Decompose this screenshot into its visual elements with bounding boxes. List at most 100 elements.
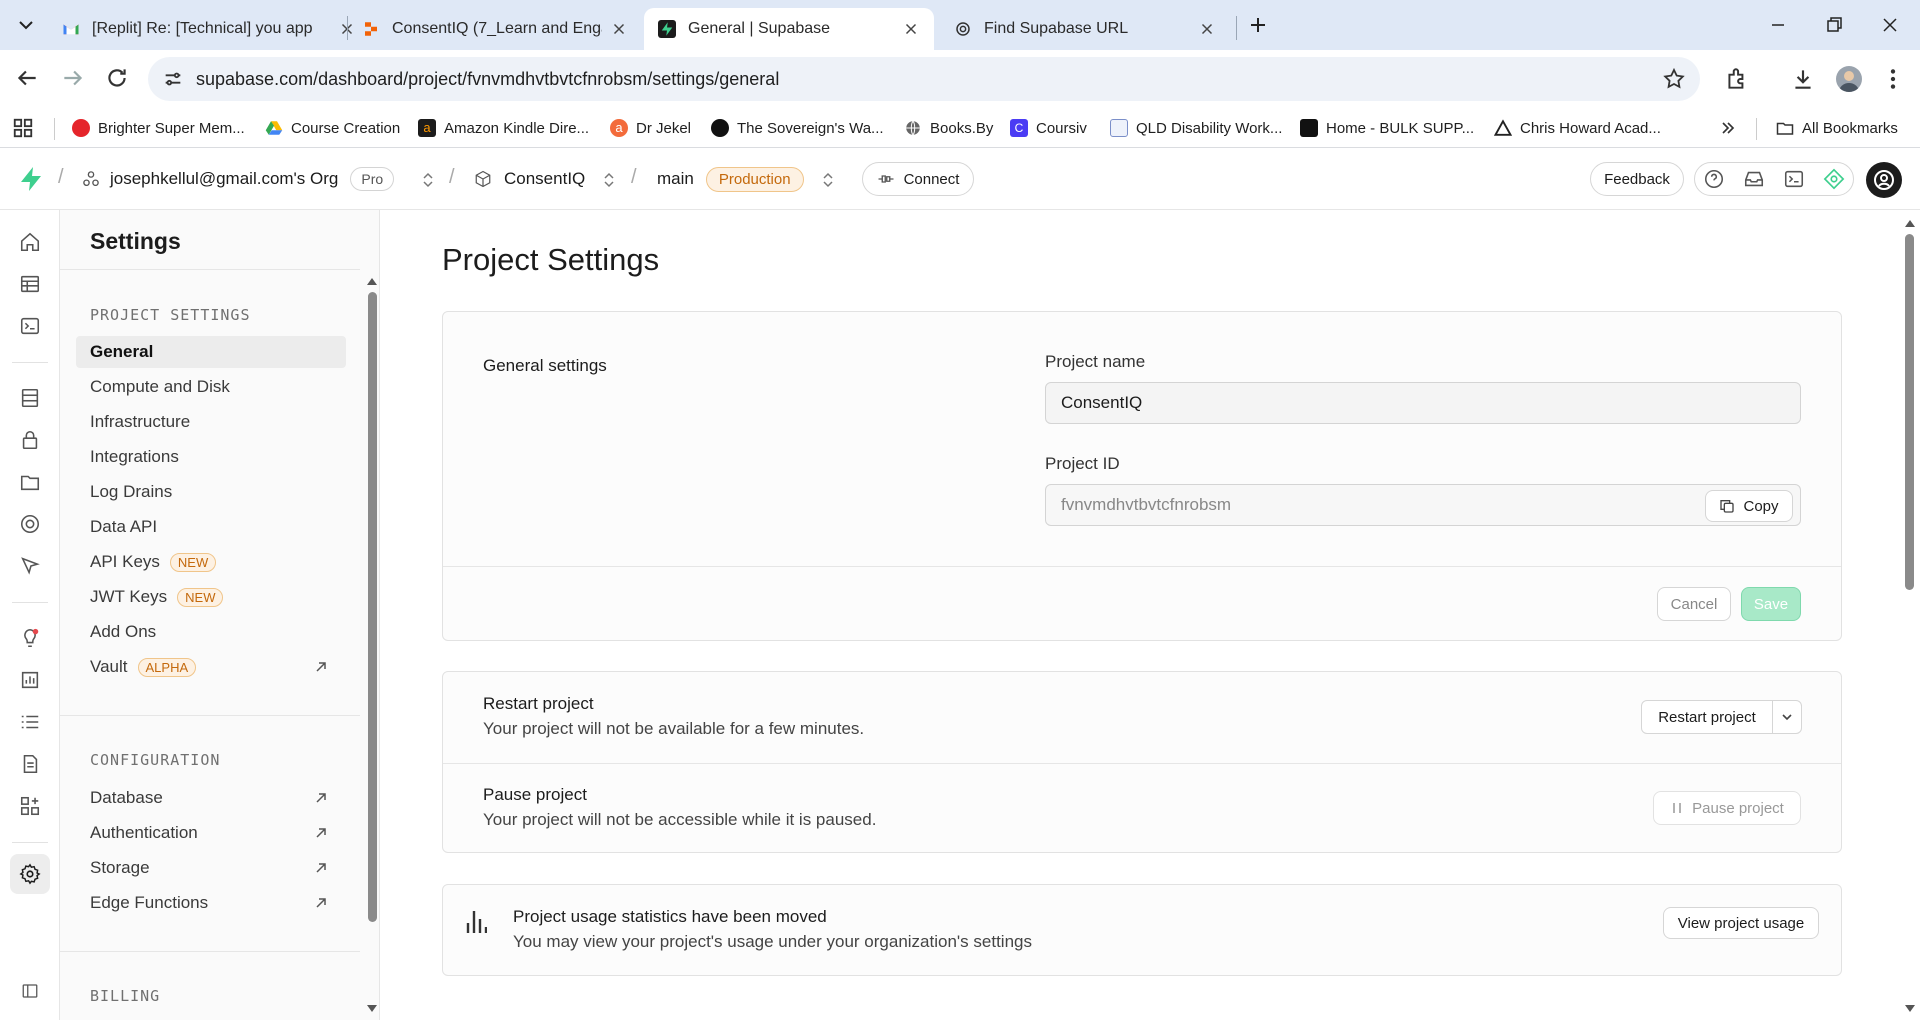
chevron-updown-icon[interactable]: [602, 172, 616, 188]
downloads-icon[interactable]: [1790, 66, 1816, 92]
copy-button[interactable]: Copy: [1705, 490, 1793, 522]
window-close-icon[interactable]: [1878, 13, 1902, 37]
sidebar-item-data-api[interactable]: Data API: [76, 511, 346, 543]
advisors-icon[interactable]: [19, 627, 41, 649]
section-heading: BILLING: [90, 987, 161, 1005]
api-docs-icon[interactable]: [19, 753, 41, 775]
sidebar-item-integrations[interactable]: Integrations: [76, 441, 346, 473]
sidebar-item-vault[interactable]: Vault ALPHA: [76, 651, 346, 683]
cancel-button[interactable]: Cancel: [1657, 587, 1731, 621]
supabase-logo-icon[interactable]: [19, 166, 43, 192]
view-project-usage-button[interactable]: View project usage: [1663, 907, 1819, 939]
extensions-icon[interactable]: [1724, 66, 1750, 92]
close-icon[interactable]: [1198, 20, 1216, 38]
reports-icon[interactable]: [19, 669, 41, 691]
edge-functions-icon[interactable]: [19, 555, 41, 577]
save-button[interactable]: Save: [1741, 587, 1801, 621]
browser-tab-replit[interactable]: ConsentIQ (7_Learn and Engage: [348, 8, 642, 50]
sidebar-item-general[interactable]: General: [76, 336, 346, 368]
all-bookmarks[interactable]: All Bookmarks: [1776, 116, 1898, 140]
close-icon[interactable]: [902, 20, 920, 38]
scroll-down-icon[interactable]: [1904, 1004, 1916, 1014]
sidebar-item-storage[interactable]: Storage: [76, 852, 346, 884]
bookmark-item[interactable]: Chris Howard Acad...: [1494, 116, 1661, 140]
restore-icon[interactable]: [1822, 13, 1846, 37]
sql-editor-icon[interactable]: [19, 315, 41, 337]
profile-avatar[interactable]: [1836, 66, 1862, 92]
chevron-updown-icon[interactable]: [821, 172, 835, 188]
bookmark-item[interactable]: QLD Disability Work...: [1110, 116, 1282, 140]
sidebar-item-database[interactable]: Database: [76, 782, 346, 814]
settings-gear-icon[interactable]: [19, 863, 41, 885]
sidebar-item-add-ons[interactable]: Add Ons: [76, 616, 346, 648]
bookmark-item[interactable]: Course Creation: [265, 116, 400, 140]
sidebar-item-jwt-keys[interactable]: JWT Keys NEW: [76, 581, 346, 613]
browser-menu-icon[interactable]: [1880, 66, 1906, 92]
assistant-icon[interactable]: [1823, 168, 1845, 190]
forward-icon[interactable]: [60, 65, 86, 91]
close-icon[interactable]: [610, 20, 628, 38]
feedback-button[interactable]: Feedback: [1590, 162, 1684, 196]
logs-icon[interactable]: [19, 711, 41, 733]
project-id-input[interactable]: fvnvmdhvtbvtcfnrobsm: [1045, 484, 1801, 526]
tab-title: ConsentIQ (7_Learn and Engage: [392, 20, 602, 37]
site-info-icon[interactable]: [162, 68, 184, 90]
sidebar-item-log-drains[interactable]: Log Drains: [76, 476, 346, 508]
more-bookmarks-icon[interactable]: [1718, 116, 1738, 140]
sidebar-item-edge-functions[interactable]: Edge Functions: [76, 887, 346, 919]
restart-project-button[interactable]: Restart project: [1641, 700, 1773, 734]
browser-tab-gmail[interactable]: [Replit] Re: [Technical] you app: [48, 8, 370, 50]
apps-grid-icon[interactable]: [12, 116, 34, 140]
inbox-icon[interactable]: [1743, 168, 1765, 190]
sidebar-scrollbar[interactable]: [368, 292, 377, 922]
sidebar-item-api-keys[interactable]: API Keys NEW: [76, 546, 346, 578]
lock-icon[interactable]: [19, 429, 41, 451]
sidebar-item-authentication[interactable]: Authentication: [76, 817, 346, 849]
bookmark-star-icon[interactable]: [1662, 67, 1686, 91]
address-bar[interactable]: supabase.com/dashboard/project/fvnvmdhvt…: [148, 57, 1700, 101]
sidebar-item-infrastructure[interactable]: Infrastructure: [76, 406, 346, 438]
dr-jekel-icon: a: [610, 119, 628, 137]
browser-toolbar: supabase.com/dashboard/project/fvnvmdhvt…: [0, 50, 1920, 108]
table-editor-icon[interactable]: [19, 273, 41, 295]
bookmark-item[interactable]: a Amazon Kindle Dire...: [418, 116, 589, 140]
minimize-icon[interactable]: [1766, 13, 1790, 37]
help-icon[interactable]: [1703, 168, 1725, 190]
bookmark-item[interactable]: Home - BULK SUPP...: [1300, 116, 1474, 140]
back-icon[interactable]: [14, 65, 40, 91]
realtime-icon[interactable]: [19, 513, 41, 535]
browser-tab-find-supabase[interactable]: Find Supabase URL: [940, 8, 1230, 50]
bookmark-item[interactable]: C Coursiv: [1010, 116, 1087, 140]
new-tab-icon[interactable]: [1246, 13, 1270, 37]
org-switcher[interactable]: josephkellul@gmail.com's Org Pro: [82, 166, 395, 192]
branch-switcher[interactable]: main Production: [657, 166, 804, 192]
bookmark-item[interactable]: The Sovereign's Wa...: [711, 116, 884, 140]
connect-button[interactable]: Connect: [862, 162, 974, 196]
bookmark-item[interactable]: Books.By: [904, 116, 993, 140]
restart-options-button[interactable]: [1772, 700, 1802, 734]
user-avatar[interactable]: [1866, 162, 1902, 198]
storage-icon[interactable]: [19, 471, 41, 493]
project-name-input[interactable]: ConsentIQ: [1045, 382, 1801, 424]
tab-search-icon[interactable]: [14, 13, 38, 37]
browser-tab-supabase[interactable]: General | Supabase: [644, 8, 934, 50]
chevron-updown-icon[interactable]: [421, 172, 435, 188]
external-link-icon: [314, 660, 328, 674]
pause-project-button[interactable]: Pause project: [1653, 791, 1801, 825]
integrations-icon[interactable]: [19, 795, 41, 817]
scroll-up-icon[interactable]: [366, 276, 378, 286]
sidebar-item-compute-and-disk[interactable]: Compute and Disk: [76, 371, 346, 403]
collapse-sidebar-icon[interactable]: [21, 982, 39, 1000]
database-icon[interactable]: [19, 387, 41, 409]
bookmark-item[interactable]: Brighter Super Mem...: [72, 116, 245, 140]
sovereign-icon: [711, 119, 729, 137]
reload-icon[interactable]: [104, 65, 130, 91]
terminal-icon[interactable]: [1783, 168, 1805, 190]
home-icon[interactable]: [19, 231, 41, 253]
project-switcher[interactable]: ConsentIQ: [474, 166, 585, 192]
scroll-down-icon[interactable]: [366, 1004, 378, 1014]
url-text[interactable]: supabase.com/dashboard/project/fvnvmdhvt…: [196, 69, 779, 90]
main-scrollbar[interactable]: [1905, 234, 1914, 590]
scroll-up-icon[interactable]: [1904, 218, 1916, 228]
bookmark-item[interactable]: a Dr Jekel: [610, 116, 691, 140]
